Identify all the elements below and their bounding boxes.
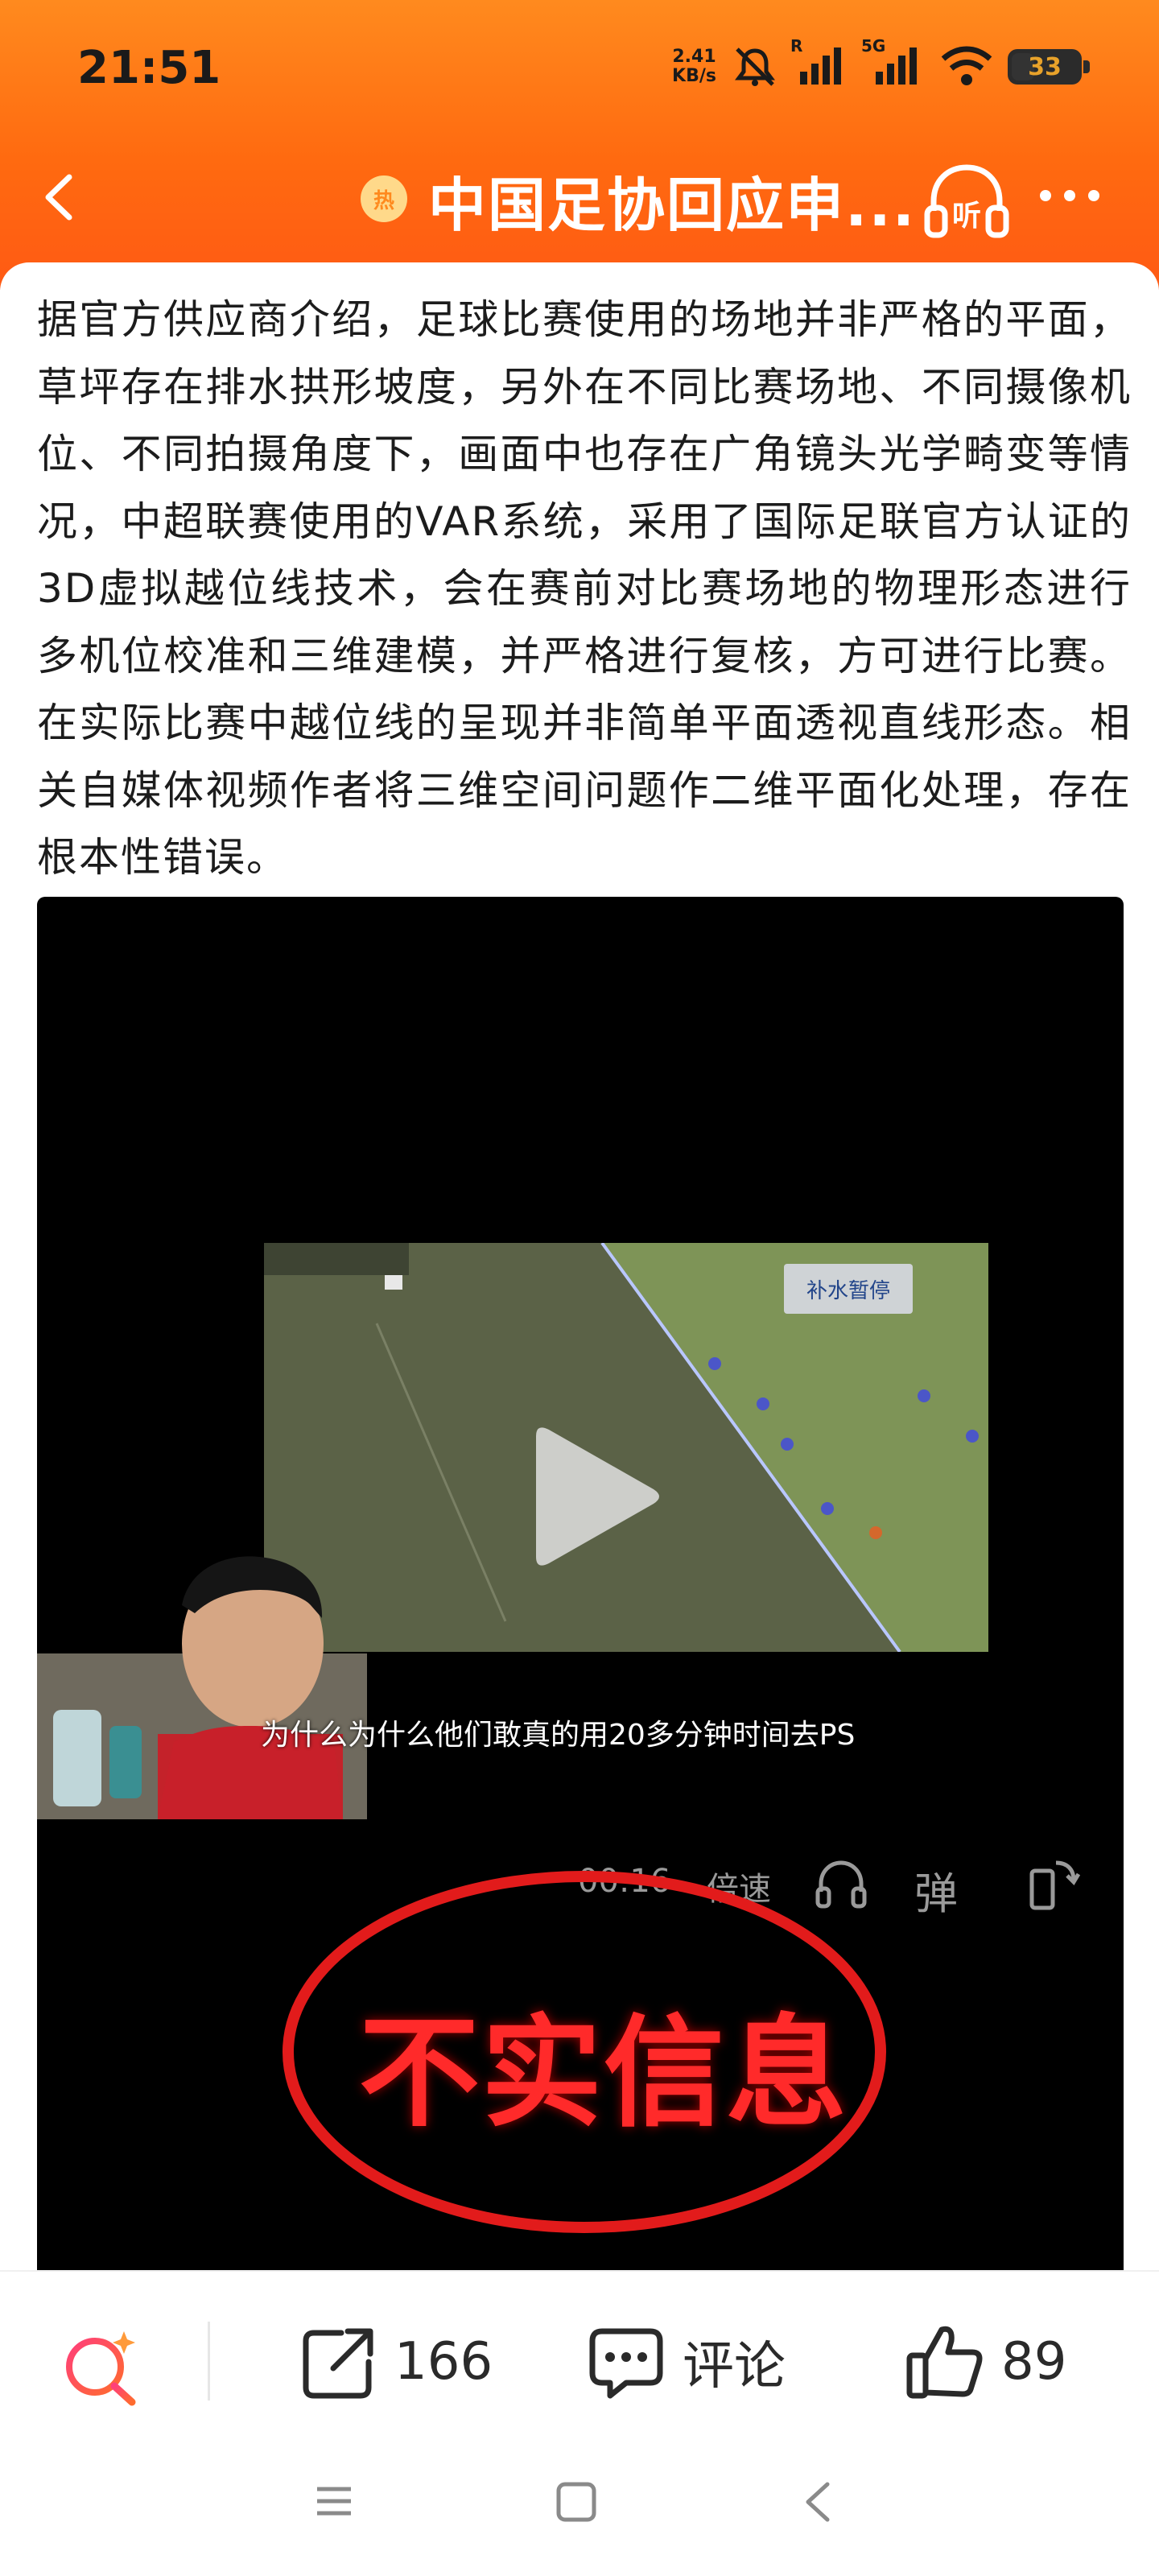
share-icon	[303, 2328, 373, 2399]
status-time: 21:51	[77, 42, 221, 94]
comment-icon	[589, 2328, 663, 2399]
signal-tag-5g: 5G	[861, 36, 886, 56]
status-icons: 2.41 KB/s R 5G 33	[672, 36, 1090, 95]
battery-icon: 33	[1008, 49, 1090, 85]
danmu-button[interactable]: 弹	[914, 1858, 958, 1922]
net-speed: 2.41 KB/s	[672, 47, 716, 86]
clip-banner: 补水暂停	[784, 1264, 913, 1314]
rotate-screen-icon[interactable]	[1024, 1856, 1080, 1913]
net-speed-unit: KB/s	[672, 66, 716, 86]
listen-headphone-icon[interactable]: 听	[922, 161, 1011, 242]
status-bar: 21:51 2.41 KB/s R 5G 33	[0, 0, 1159, 129]
action-divider	[208, 2322, 210, 2401]
recent-apps-icon[interactable]	[314, 2481, 354, 2521]
webcam-overlay-image	[37, 1556, 367, 1819]
back-icon[interactable]	[32, 169, 89, 225]
like-count: 89	[1001, 2332, 1067, 2392]
mute-icon	[735, 47, 775, 86]
bottom-action-bar: 166 评论 89	[0, 2270, 1159, 2431]
signal-2: 5G	[861, 36, 926, 91]
share-count: 166	[394, 2332, 493, 2392]
home-icon[interactable]	[555, 2481, 597, 2523]
battery-level: 33	[1028, 52, 1062, 81]
comment-label: 评论	[683, 2337, 786, 2396]
listen-label: 听	[952, 200, 981, 233]
wifi-icon	[941, 46, 992, 85]
page-title: 中国足协回应申...	[428, 171, 917, 239]
video-player[interactable]: 补水暂停 为什么为什么他们敢真的用20多分钟时间去PS 00:16 倍速 弹 不…	[37, 897, 1124, 2281]
ai-search-icon[interactable]	[61, 2326, 142, 2407]
hot-badge: 热	[361, 175, 407, 222]
like-button[interactable]: 89	[905, 2322, 1066, 2402]
system-navigation-bar	[0, 2431, 1159, 2576]
play-icon[interactable]	[520, 1420, 665, 1573]
signal-tag-r: R	[790, 36, 803, 56]
false-info-stamp-text: 不实信息	[359, 2004, 849, 2144]
net-speed-value: 2.41	[672, 47, 716, 67]
share-button[interactable]: 166	[298, 2322, 493, 2402]
video-subtitle: 为什么为什么他们敢真的用20多分钟时间去PS	[261, 1719, 856, 1752]
comment-button[interactable]: 评论	[586, 2322, 786, 2402]
hot-badge-label: 热	[373, 188, 394, 213]
thumbs-up-icon	[906, 2326, 983, 2399]
article-body: 据官方供应商介绍，足球比赛使用的场地并非严格的平面，草坪存在排水拱形坡度，另外在…	[37, 296, 1132, 881]
system-back-icon[interactable]	[797, 2479, 840, 2524]
more-icon[interactable]	[1040, 184, 1112, 208]
signal-1: R	[790, 36, 850, 91]
